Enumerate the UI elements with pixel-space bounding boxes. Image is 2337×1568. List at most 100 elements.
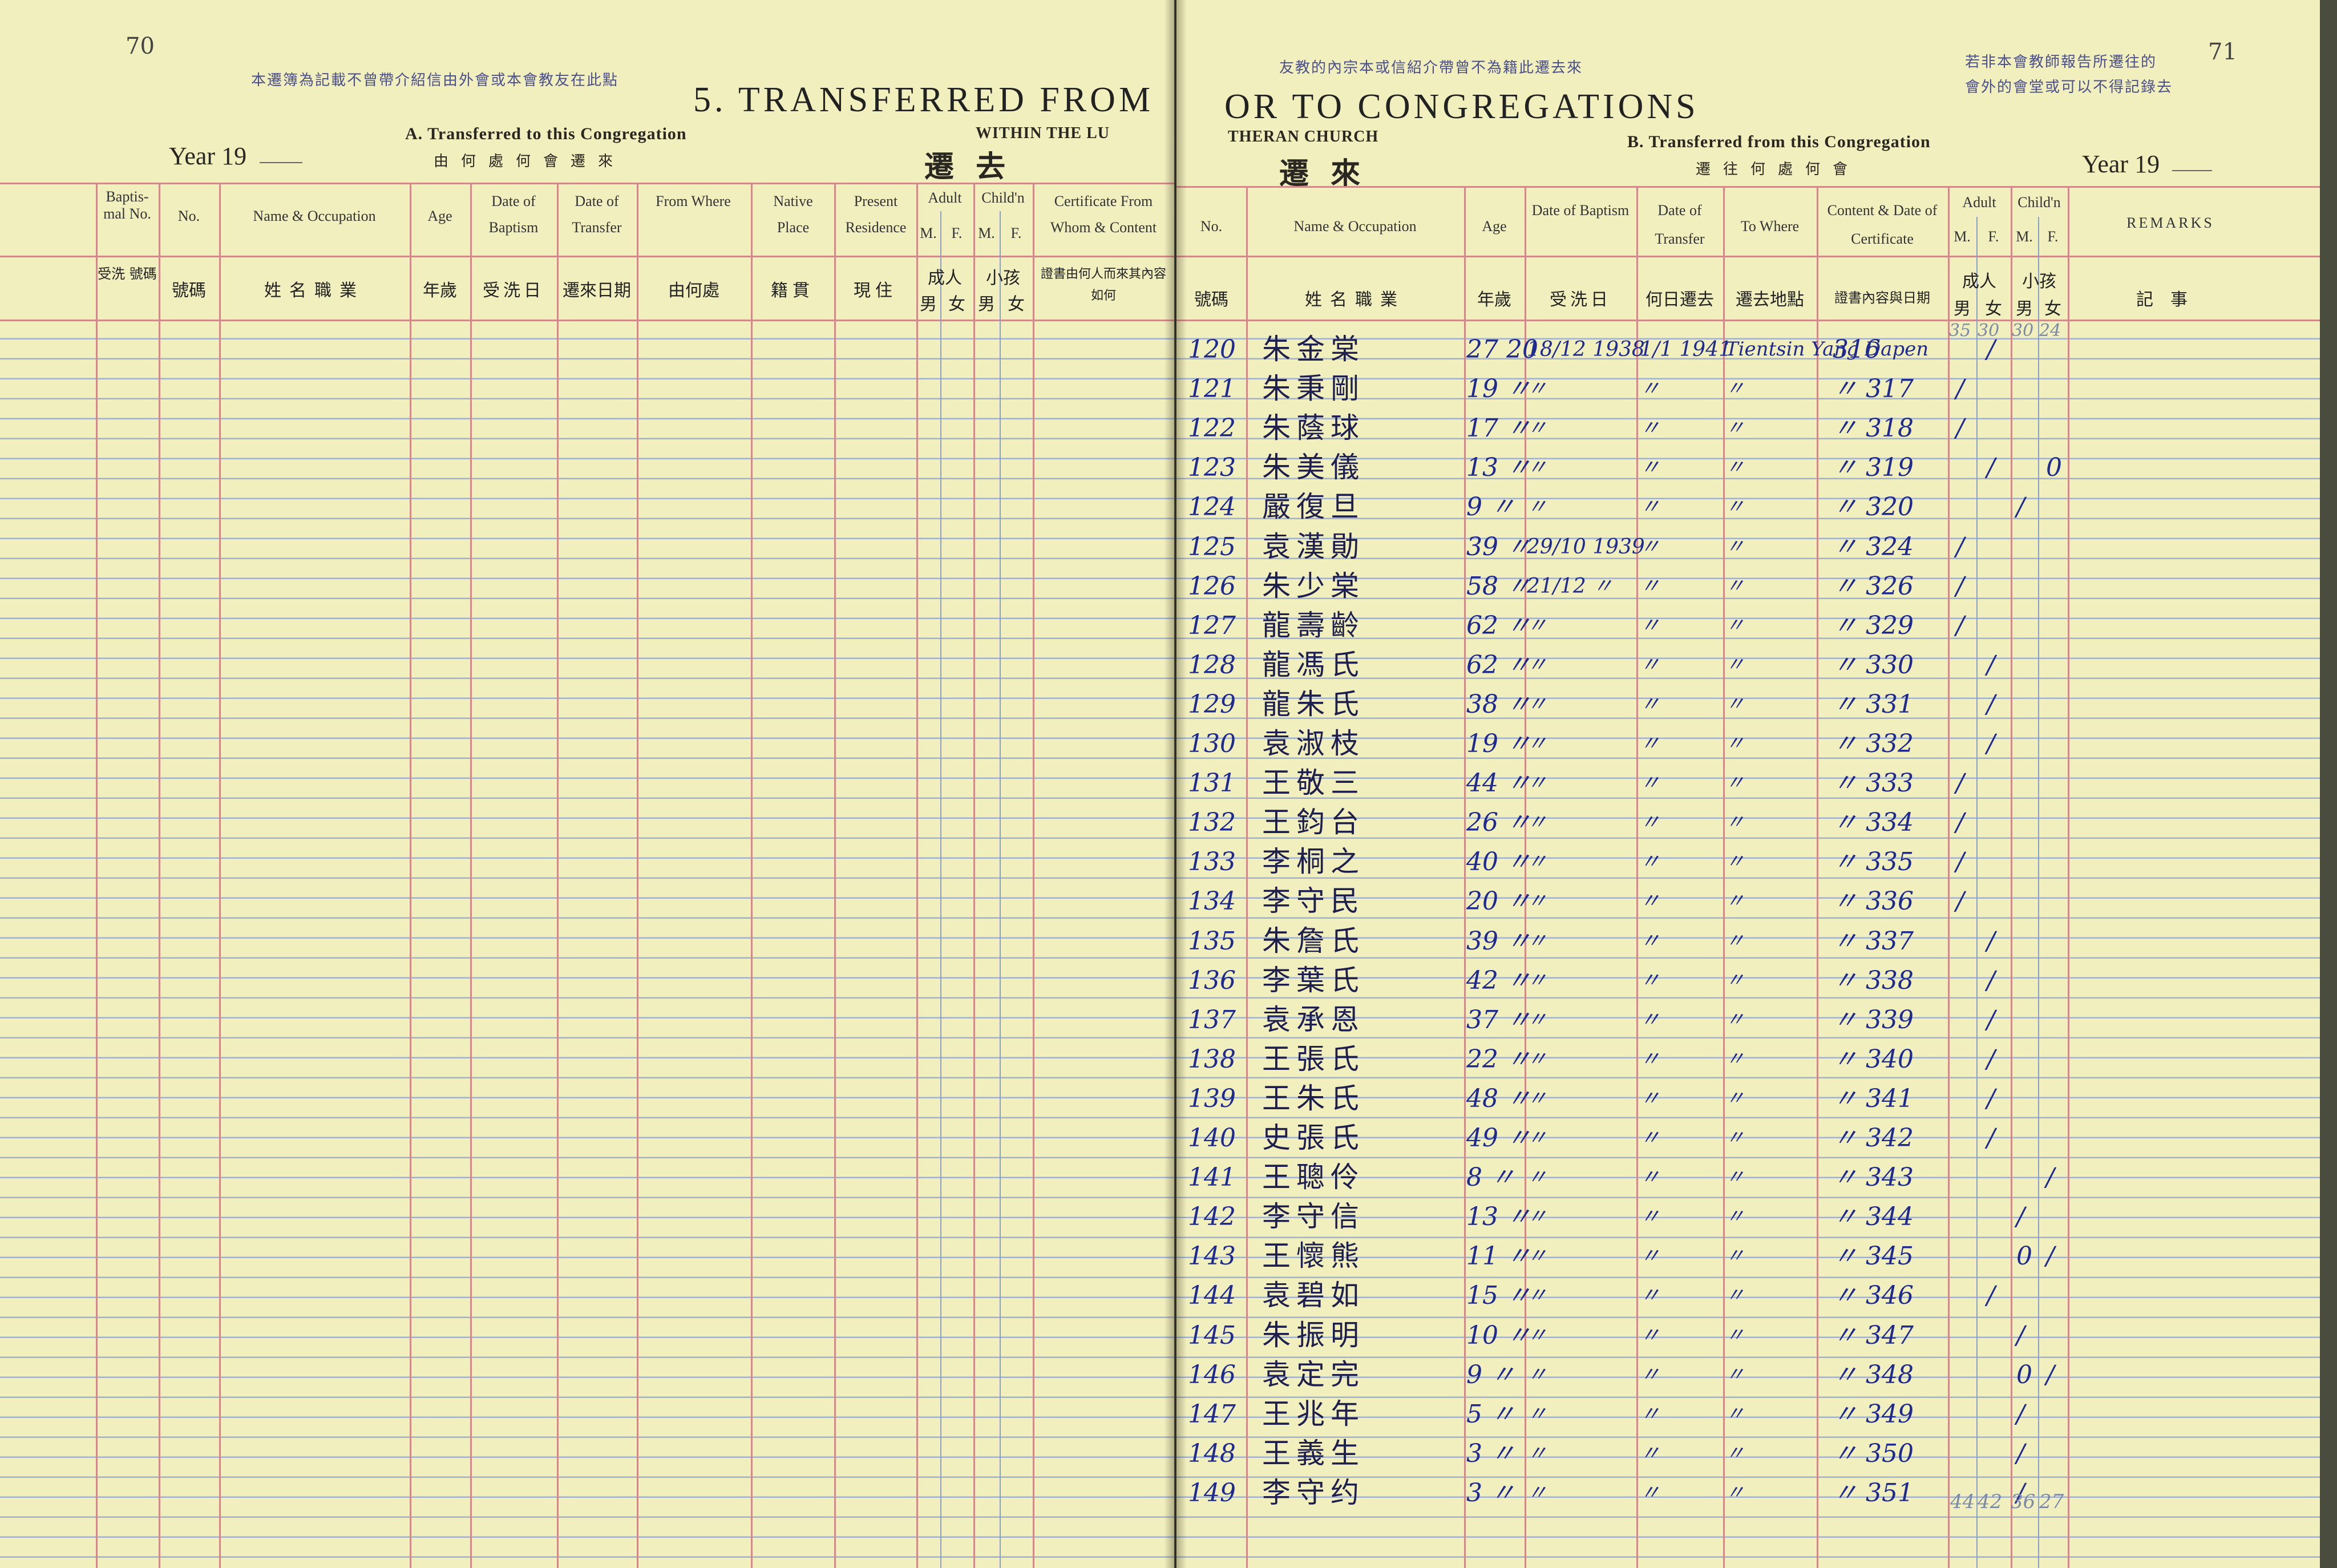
entry-age: 39 〃 (1466, 926, 1531, 956)
entry-age: 20 〃 (1466, 887, 1531, 916)
entry-adult-f: / (1987, 926, 1995, 956)
entry-certificate: 〃 351 (1833, 1478, 1914, 1508)
bottom-tally-3: 36 (2011, 1490, 2036, 1513)
entry-no: 135 (1188, 926, 1236, 956)
entry-transfer-date: 〃 (1640, 1244, 1661, 1268)
entry-to-where: 〃 (1725, 1244, 1745, 1268)
entry-transfer-date: 〃 (1640, 1086, 1661, 1110)
entry-name: 袁承恩 (1262, 1003, 1365, 1036)
table-row: 142 李守信 13 〃〃〃〃〃 344/ (1176, 1197, 2320, 1236)
entry-name: 朱少棠 (1262, 569, 1365, 603)
stamp-left: 本遷簿為記載不曾帶介紹信由外會或本會教友在此點 (251, 72, 619, 89)
entry-baptism-date: 29/10 1939 (1527, 535, 1645, 559)
entry-age: 19 〃 (1466, 729, 1531, 758)
entry-no: 145 (1188, 1320, 1236, 1350)
entry-child-m: / (2016, 1320, 2025, 1350)
hdr-cn-baptism-left: 受洗日 (483, 281, 544, 301)
entry-transfer-date: 〃 (1640, 1047, 1661, 1071)
hdr-content-date: Content & Date of Certificate (1827, 202, 1938, 247)
entry-certificate: 〃 344 (1833, 1202, 1914, 1232)
entry-name: 王兆年 (1262, 1397, 1365, 1430)
entry-child-m: / (2016, 1202, 2025, 1232)
hdr-no-left: No. (177, 208, 200, 224)
entry-baptism-date: 〃 (1527, 1323, 1548, 1347)
table-row: 138 王張氏 22 〃〃〃〃〃 340/ (1176, 1040, 2320, 1079)
entry-adult-f: / (1987, 689, 1995, 719)
hdr-cn-female-left-child: 女 (1008, 294, 1025, 314)
entry-age: 48 〃 (1466, 1084, 1531, 1113)
hdr-cn-male-left-adult: 男 (920, 294, 937, 314)
entry-transfer-date: 〃 (1640, 929, 1661, 953)
entry-age: 44 〃 (1466, 769, 1531, 798)
entry-transfer-date: 〃 (1640, 1008, 1661, 1032)
entry-adult-m: / (1956, 532, 1964, 561)
entry-certificate: 〃 348 (1833, 1360, 1914, 1389)
table-row: 139 王朱氏 48 〃〃〃〃〃 341/ (1176, 1079, 2320, 1118)
entry-certificate: 〃 326 (1833, 571, 1914, 601)
hdr-cn-transfer-left: 遷來日期 (563, 281, 631, 301)
entry-transfer-date: 〃 (1640, 377, 1661, 401)
table-row: 128 龍馮氏 62 〃〃〃〃〃 330/ (1176, 645, 2320, 685)
entry-transfer-date: 〃 (1640, 574, 1661, 598)
table-row: 149 李守约 3 〃〃〃〃〃 351/ (1176, 1473, 2320, 1513)
table-row: 127 龍壽齡 62 〃〃〃〃〃 329/ (1176, 606, 2320, 645)
entry-age: 5 〃 (1466, 1399, 1515, 1429)
entry-to-where: 〃 (1725, 456, 1745, 479)
entry-age: 15 〃 (1466, 1281, 1531, 1311)
entry-transfer-date: 〃 (1640, 613, 1661, 637)
entry-transfer-date: 〃 (1640, 1323, 1661, 1347)
table-row: 135 朱詹氏 39 〃〃〃〃〃 337/ (1176, 922, 2320, 961)
entry-baptism-date: 〃 (1527, 1008, 1548, 1032)
entry-baptism-date: 〃 (1527, 613, 1548, 637)
page-number-right: 71 (2208, 39, 2237, 65)
entry-transfer-date: 〃 (1640, 890, 1661, 914)
hdr-cn-female-left-adult: 女 (948, 294, 965, 314)
hdr-cn-male-right-child: 男 (2016, 299, 2033, 319)
entry-baptism-date: 〃 (1527, 890, 1548, 914)
entry-to-where: 〃 (1725, 1363, 1745, 1386)
table-row: 137 袁承恩 37 〃〃〃〃〃 339/ (1176, 1000, 2320, 1040)
hdr-baptismal-no: Baptis- mal No. (103, 188, 151, 222)
entry-to-where: 〃 (1725, 850, 1745, 874)
entry-adult-f: / (1987, 1124, 1995, 1153)
entry-no: 143 (1188, 1242, 1236, 1271)
hdr-f-right-child: F. (2047, 228, 2059, 245)
entry-baptism-date: 〃 (1527, 1363, 1548, 1387)
entry-transfer-date: 〃 (1640, 456, 1661, 480)
table-row: 120 朱金棠 27 20 18/12 1938 1/1 1941 Tientsin Ya… (1176, 330, 2320, 369)
page-title-left: 5. TRANSFERRED FROM (693, 80, 1154, 119)
entry-to-where: Tientsin Yang Dapen (1725, 338, 1929, 361)
hdr-age-left: Age (427, 208, 452, 224)
hdr-cn-adult-right: 成人 (1962, 272, 1996, 292)
entry-no: 122 (1188, 414, 1236, 443)
year-label-right: Year 19 (2082, 150, 2160, 178)
entry-age: 37 〃 (1466, 1005, 1531, 1034)
hdr-f-left-adult: F. (951, 225, 963, 241)
stamp-right-1: 若非本會教師報告所遷往的 (1965, 54, 2157, 71)
entry-age: 17 〃 (1466, 414, 1531, 443)
hdr-f-left-child: F. (1010, 225, 1022, 241)
entry-baptism-date: 〃 (1527, 1402, 1548, 1426)
entry-transfer-date: 〃 (1640, 1166, 1661, 1190)
hdr-name-left: Name & Occupation (253, 208, 376, 224)
entry-adult-f: / (1987, 1281, 1995, 1311)
entry-baptism-date: 〃 (1527, 811, 1548, 835)
entry-name: 嚴復旦 (1262, 490, 1365, 524)
section-a-label: A. Transferred to this Congregation (405, 124, 687, 143)
entry-baptism-date: 〃 (1527, 417, 1548, 441)
entry-no: 149 (1188, 1478, 1236, 1508)
table-row: 130 袁淑枝 19 〃〃〃〃〃 332/ (1176, 724, 2320, 763)
entry-baptism-date: 〃 (1527, 929, 1548, 953)
entry-age: 10 〃 (1466, 1320, 1531, 1350)
entry-no: 130 (1188, 729, 1236, 758)
entry-transfer-date: 〃 (1640, 535, 1661, 559)
entry-no: 138 (1188, 1044, 1236, 1074)
hdr-from-where: From Where (656, 193, 731, 209)
entry-name: 袁碧如 (1262, 1279, 1365, 1312)
hdr-m-left-child: M. (978, 225, 995, 241)
entry-child-f: / (2046, 1163, 2055, 1193)
ruled-lines (0, 320, 1174, 1568)
entry-baptism-date: 〃 (1527, 1086, 1548, 1110)
hdr-child-left: Child'n (981, 189, 1025, 206)
entry-child-f: 0 (2046, 453, 2062, 483)
